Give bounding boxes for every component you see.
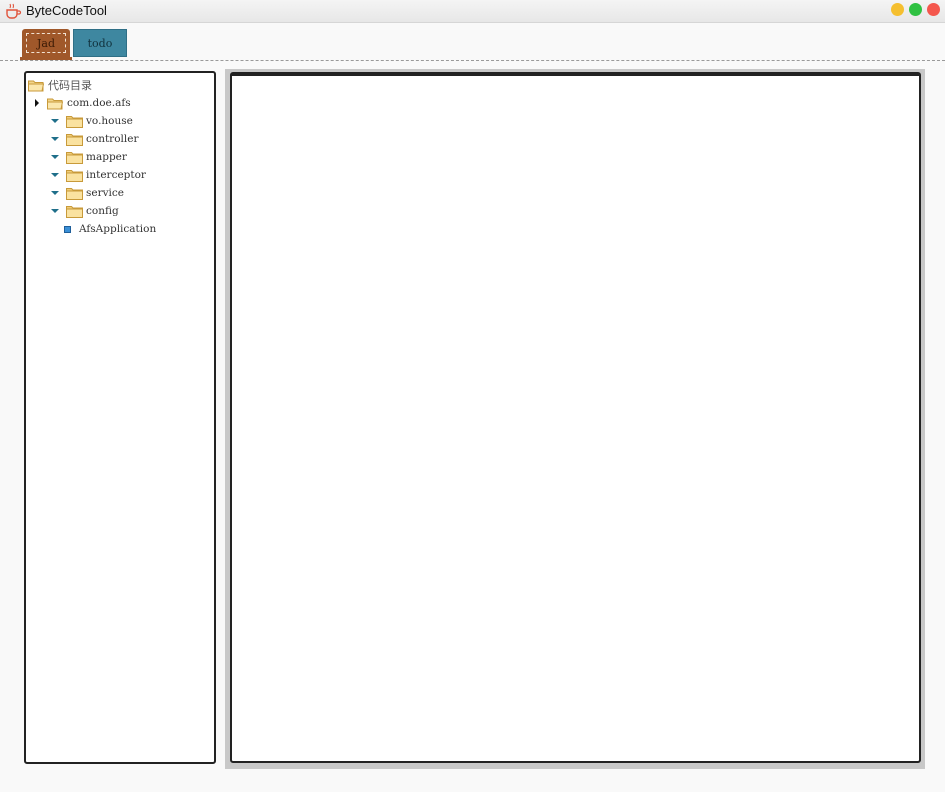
title-bar: ByteCodeTool [0, 0, 945, 23]
minimize-button[interactable] [891, 3, 904, 16]
folder-icon [66, 115, 83, 128]
collapse-arrow-icon[interactable] [50, 116, 60, 126]
tree-item[interactable]: mapper [50, 148, 127, 166]
open-folder-icon [47, 98, 64, 109]
collapse-arrow-icon[interactable] [50, 152, 60, 162]
tree-item-label: service [86, 187, 125, 199]
class-file-icon [64, 225, 71, 233]
collapse-arrow-icon[interactable] [50, 188, 60, 198]
tree-item[interactable]: service [50, 184, 124, 202]
tree-item[interactable]: controller [50, 130, 138, 148]
folder-icon [66, 169, 83, 182]
tree-item-label: AfsApplication [79, 223, 157, 235]
folder-icon [66, 151, 83, 164]
tree-item[interactable]: vo.house [50, 112, 133, 130]
java-cup-icon [6, 3, 22, 19]
close-button[interactable] [927, 3, 940, 16]
maximize-button[interactable] [909, 3, 922, 16]
tab-jad[interactable]: Jad [20, 29, 72, 60]
collapse-arrow-icon[interactable] [50, 170, 60, 180]
expand-arrow-icon[interactable] [32, 98, 42, 108]
editor-frame [225, 69, 925, 769]
collapse-arrow-icon[interactable] [50, 134, 60, 144]
focus-ring [26, 33, 66, 53]
open-folder-icon [28, 80, 45, 91]
tree-item-com-doe-afs[interactable]: com.doe.afs [32, 94, 131, 112]
tree-item-label: com.doe.afs [67, 97, 131, 109]
folder-icon [66, 205, 83, 218]
tab-separator [0, 60, 945, 61]
code-directory-tree[interactable]: 代码目录 com.doe.afs vo.house controller mappe… [24, 71, 216, 764]
tab-todo-label: todo [87, 36, 113, 50]
tab-bar: Jad todo [0, 23, 945, 61]
tree-root[interactable]: 代码目录 [28, 76, 92, 94]
tree-item[interactable]: config [50, 202, 119, 220]
tree-item[interactable]: interceptor [50, 166, 146, 184]
tree-root-label: 代码目录 [48, 79, 92, 92]
tree-item-label: config [86, 205, 119, 217]
tree-item-label: controller [86, 133, 139, 145]
tree-item-label: mapper [86, 151, 127, 163]
code-editor[interactable] [230, 72, 921, 763]
window-title: ByteCodeTool [26, 3, 107, 18]
tree-item-label: vo.house [86, 115, 133, 127]
tree-item-label: interceptor [86, 169, 146, 181]
folder-icon [66, 133, 83, 146]
tree-item[interactable]: AfsApplication [50, 220, 156, 238]
tab-todo[interactable]: todo [73, 29, 127, 57]
collapse-arrow-icon[interactable] [50, 206, 60, 216]
folder-icon [66, 187, 83, 200]
